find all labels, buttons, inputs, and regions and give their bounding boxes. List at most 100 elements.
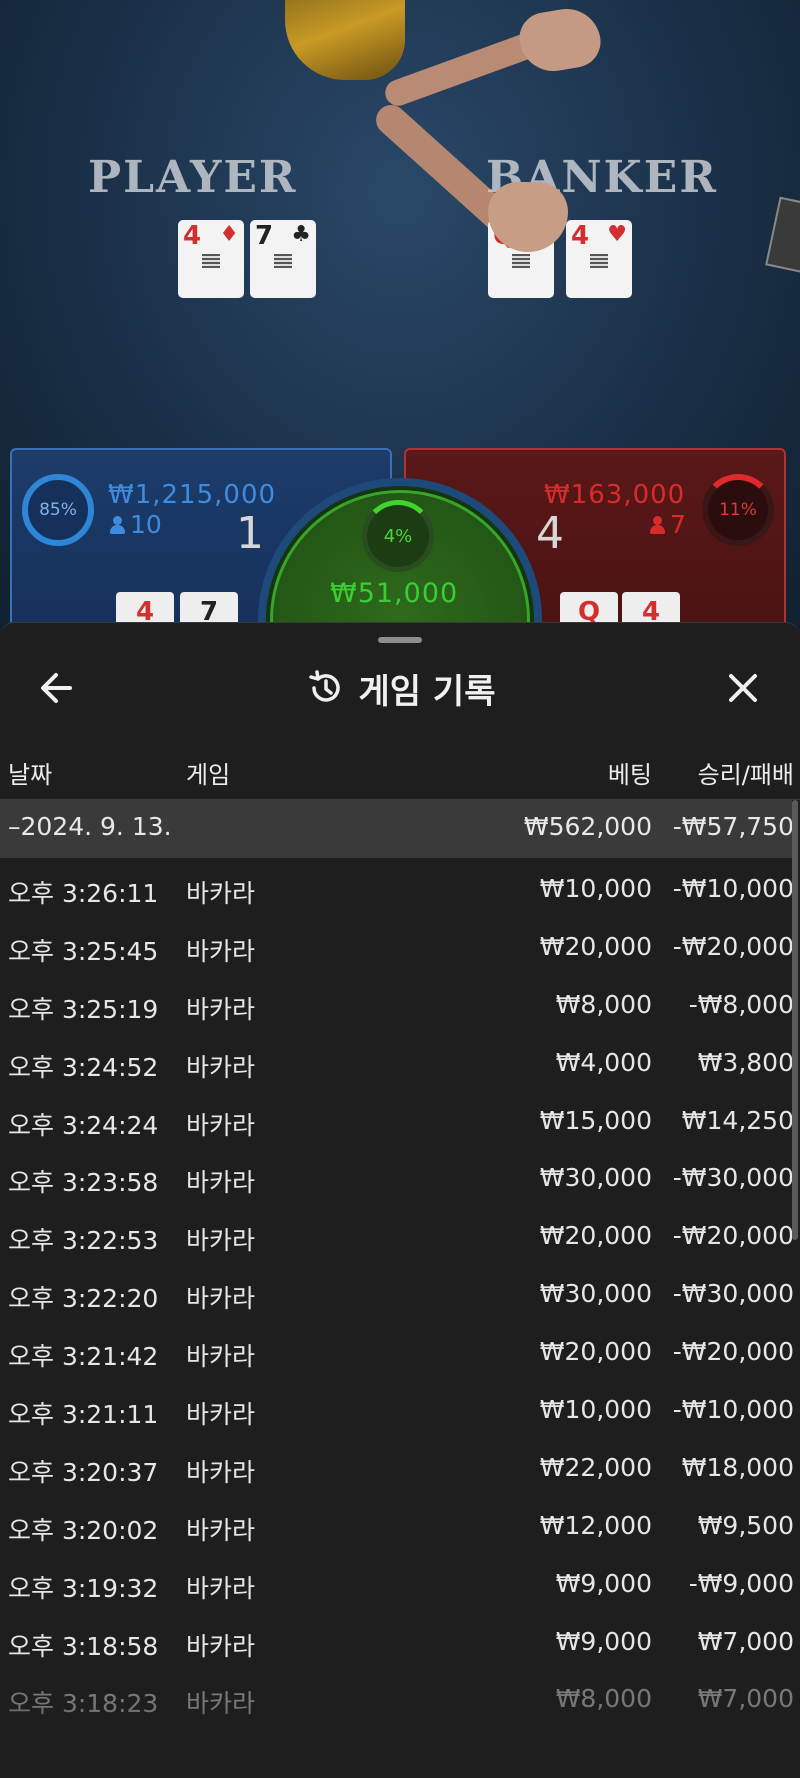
table-row[interactable]: 오후 3:18:58 바카라 ₩9,000 ₩7,000 bbox=[0, 1611, 800, 1669]
row-game: 바카라 bbox=[186, 1342, 256, 1372]
group-bet-total: ₩562,000 bbox=[523, 812, 652, 841]
row-time: 오후 3:24:52 bbox=[8, 1052, 159, 1082]
row-time: 오후 3:22:20 bbox=[8, 1284, 159, 1314]
table-row[interactable]: 오후 3:24:24 바카라 ₩15,000 ₩14,250 bbox=[0, 1090, 800, 1148]
row-time: 오후 3:26:11 bbox=[8, 879, 159, 908]
table-row[interactable]: 오후 3:24:52 바카라 ₩4,000 ₩3,800 bbox=[0, 1032, 800, 1090]
row-bet: ₩4,000 bbox=[555, 1047, 652, 1077]
row-time: 오후 3:20:02 bbox=[8, 1515, 159, 1545]
row-game: 바카라 bbox=[186, 1284, 256, 1314]
player-card: 7 ♣ bbox=[250, 220, 316, 298]
game-history-sheet: 게임 기록 날짜 게임 베팅 승리/패배 –2024. 9. 13. ₩562,… bbox=[0, 622, 800, 1778]
scrollbar[interactable] bbox=[792, 800, 798, 1240]
row-result: -₩10,000 bbox=[672, 874, 794, 903]
table-row[interactable]: 오후 3:25:45 바카라 ₩20,000 -₩20,000 bbox=[0, 916, 800, 974]
row-game: 바카라 bbox=[186, 994, 256, 1024]
row-bet: ₩20,000 bbox=[539, 931, 652, 961]
row-result: ₩7,000 bbox=[697, 1684, 794, 1714]
person-icon bbox=[110, 515, 125, 534]
table-row[interactable]: 오후 3:18:23 바카라 ₩8,000 ₩7,000 bbox=[0, 1668, 800, 1726]
table-row[interactable]: 오후 3:21:11 바카라 ₩10,000 -₩10,000 bbox=[0, 1379, 800, 1437]
row-time: 오후 3:21:11 bbox=[8, 1400, 159, 1430]
row-bet: ₩8,000 bbox=[555, 989, 652, 1019]
row-bet: ₩30,000 bbox=[539, 1279, 652, 1309]
row-time: 오후 3:21:42 bbox=[8, 1342, 159, 1372]
row-result: ₩7,000 bbox=[697, 1626, 794, 1656]
row-time: 오후 3:18:23 bbox=[8, 1689, 159, 1719]
row-bet: ₩15,000 bbox=[539, 1105, 652, 1135]
table-row[interactable]: 오후 3:20:02 바카라 ₩12,000 ₩9,500 bbox=[0, 1495, 800, 1553]
close-icon bbox=[729, 674, 757, 702]
table-row[interactable]: 오후 3:19:32 바카라 ₩9,000 -₩9,000 bbox=[0, 1553, 800, 1611]
row-game: 바카라 bbox=[186, 1400, 256, 1430]
row-result: -₩10,000 bbox=[672, 1395, 794, 1425]
live-game-view: PLAYER BANKER 4♦ 7♣ Q♥ 4♥ 85% ₩1,215,000… bbox=[0, 0, 800, 640]
row-result: ₩18,000 bbox=[681, 1452, 794, 1482]
banker-bet-amount: ₩163,000 bbox=[544, 480, 686, 510]
table-row[interactable]: 오후 3:23:58 바카라 ₩30,000 -₩30,000 bbox=[0, 1147, 800, 1205]
table-row[interactable]: 오후 3:22:53 바카라 ₩20,000 -₩20,000 bbox=[0, 1205, 800, 1263]
player-bet-amount: ₩1,215,000 bbox=[108, 480, 277, 510]
history-list: 오후 3:26:11 바카라 ₩10,000 -₩10,000 오후 3:25:45 바카… bbox=[0, 858, 800, 1726]
column-header-date: 날짜 bbox=[8, 761, 53, 789]
row-game: 바카라 bbox=[186, 936, 256, 966]
table-row[interactable]: 오후 3:26:11 바카라 ₩10,000 -₩10,000 bbox=[0, 858, 800, 916]
person-icon bbox=[650, 515, 665, 534]
row-result: -₩30,000 bbox=[672, 1279, 794, 1309]
row-game: 바카라 bbox=[186, 1457, 256, 1487]
table-row[interactable]: 오후 3:20:37 바카라 ₩22,000 ₩18,000 bbox=[0, 1437, 800, 1495]
player-bettor-count: 10 bbox=[110, 510, 162, 539]
row-game: 바카라 bbox=[186, 1689, 256, 1719]
row-result: -₩30,000 bbox=[672, 1163, 794, 1193]
row-result: ₩14,250 bbox=[681, 1105, 794, 1135]
dealer-outfit bbox=[285, 0, 405, 80]
row-bet: ₩12,000 bbox=[539, 1510, 652, 1540]
row-bet: ₩20,000 bbox=[539, 1221, 652, 1251]
row-bet: ₩20,000 bbox=[539, 1337, 652, 1367]
row-game: 바카라 bbox=[186, 1168, 256, 1198]
sheet-drag-handle[interactable] bbox=[378, 637, 422, 643]
banker-bettor-count: 7 bbox=[650, 510, 686, 539]
close-button[interactable] bbox=[718, 663, 768, 713]
row-time: 오후 3:23:58 bbox=[8, 1168, 159, 1198]
row-result: -₩9,000 bbox=[688, 1568, 794, 1598]
row-bet: ₩22,000 bbox=[539, 1452, 652, 1482]
row-bet: ₩10,000 bbox=[539, 1395, 652, 1425]
row-time: 오후 3:19:32 bbox=[8, 1573, 159, 1603]
row-result: ₩9,500 bbox=[697, 1510, 794, 1540]
group-result-total: -₩57,750 bbox=[672, 812, 794, 841]
table-row[interactable]: 오후 3:21:42 바카라 ₩20,000 -₩20,000 bbox=[0, 1321, 800, 1379]
row-game: 바카라 bbox=[186, 879, 256, 908]
history-icon bbox=[308, 670, 340, 702]
player-percent-ring: 85% bbox=[22, 474, 94, 546]
table-row[interactable]: 오후 3:22:20 바카라 ₩30,000 -₩30,000 bbox=[0, 1263, 800, 1321]
row-game: 바카라 bbox=[186, 1226, 256, 1256]
tie-percent-ring: 4% bbox=[362, 500, 434, 572]
row-time: 오후 3:18:58 bbox=[8, 1631, 159, 1661]
history-table-header: 날짜 게임 베팅 승리/패배 bbox=[0, 749, 800, 791]
row-time: 오후 3:24:24 bbox=[8, 1110, 159, 1140]
row-result: -₩20,000 bbox=[672, 1221, 794, 1251]
table-row[interactable]: 오후 3:25:19 바카라 ₩8,000 -₩8,000 bbox=[0, 974, 800, 1032]
column-header-result: 승리/패배 bbox=[697, 761, 794, 789]
card-shoe bbox=[765, 196, 800, 274]
row-result: ₩3,800 bbox=[697, 1047, 794, 1077]
player-card: 4 ♦ bbox=[178, 220, 244, 298]
row-result: -₩20,000 bbox=[672, 931, 794, 961]
row-game: 바카라 bbox=[186, 1110, 256, 1140]
date-group-row[interactable]: –2024. 9. 13. ₩562,000 -₩57,750 bbox=[0, 800, 794, 858]
player-score: 1 bbox=[236, 508, 264, 559]
banker-score: 4 bbox=[536, 508, 564, 559]
row-bet: ₩8,000 bbox=[555, 1684, 652, 1714]
player-label: PLAYER bbox=[88, 152, 298, 203]
row-time: 오후 3:20:37 bbox=[8, 1457, 159, 1487]
row-bet: ₩9,000 bbox=[555, 1626, 652, 1656]
row-game: 바카라 bbox=[186, 1631, 256, 1661]
row-time: 오후 3:22:53 bbox=[8, 1226, 159, 1256]
column-header-game: 게임 bbox=[186, 761, 231, 789]
row-game: 바카라 bbox=[186, 1573, 256, 1603]
sheet-title: 게임 기록 bbox=[358, 671, 496, 712]
banker-card: 4 ♥ bbox=[566, 220, 632, 298]
row-result: -₩20,000 bbox=[672, 1337, 794, 1367]
row-bet: ₩9,000 bbox=[555, 1568, 652, 1598]
